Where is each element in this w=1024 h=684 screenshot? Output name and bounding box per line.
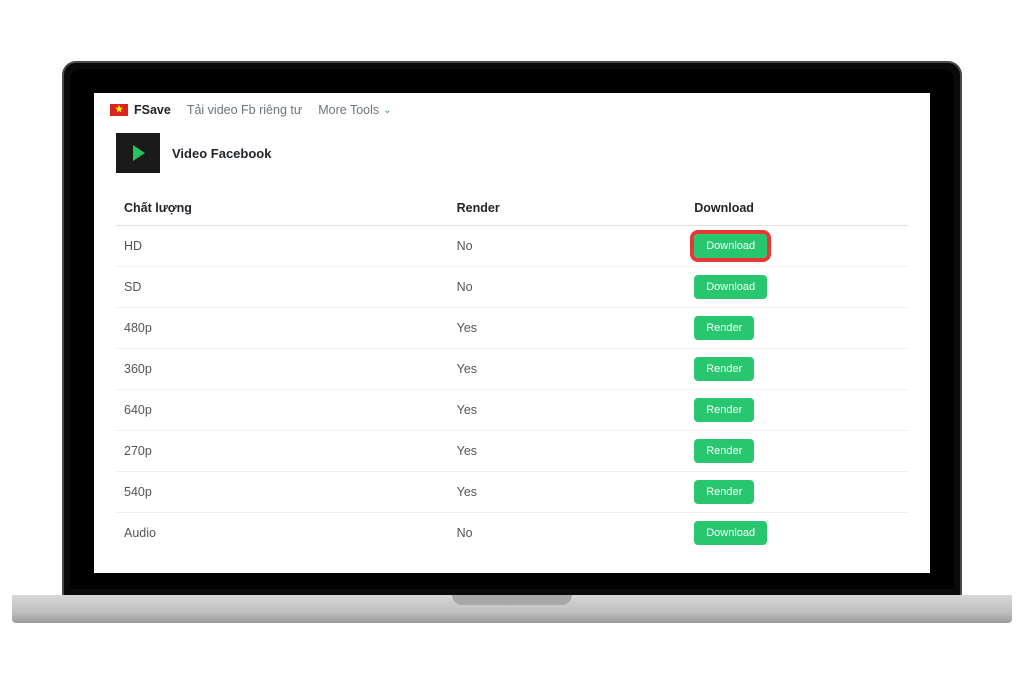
main-content: Video Facebook Chất lượng Render Downloa… <box>94 127 930 553</box>
navbar: ★ FSave Tải video Fb riêng tư More Tools… <box>94 93 930 127</box>
cell-quality: SD <box>116 267 449 308</box>
cell-quality: 540p <box>116 472 449 513</box>
table-row: AudioNo Download <box>116 513 908 554</box>
laptop-notch <box>452 595 572 605</box>
chevron-down-icon: ⌄ <box>383 105 391 116</box>
cell-render: Yes <box>449 431 687 472</box>
cell-quality: Audio <box>116 513 449 554</box>
cell-action: Download <box>686 513 908 554</box>
laptop-frame: ★ FSave Tải video Fb riêng tư More Tools… <box>62 61 962 623</box>
table-row: SDNo Download <box>116 267 908 308</box>
cell-action: Download <box>686 226 908 267</box>
laptop-bezel: ★ FSave Tải video Fb riêng tư More Tools… <box>62 61 962 595</box>
cell-quality: 480p <box>116 308 449 349</box>
render-button[interactable]: Render <box>694 439 754 463</box>
table-row: HDNo Download <box>116 226 908 267</box>
render-button[interactable]: Render <box>694 357 754 381</box>
table-row: 270pYes Render <box>116 431 908 472</box>
screen-content: ★ FSave Tải video Fb riêng tư More Tools… <box>94 93 930 573</box>
download-button[interactable]: Download <box>694 275 767 299</box>
cell-action: Render <box>686 349 908 390</box>
quality-table: Chất lượng Render Download HDNoDownloadS… <box>116 191 908 553</box>
cell-render: Yes <box>449 390 687 431</box>
cell-action: Render <box>686 472 908 513</box>
play-icon <box>133 145 145 161</box>
cell-action: Render <box>686 308 908 349</box>
table-row: 360pYes Render <box>116 349 908 390</box>
cell-quality: 270p <box>116 431 449 472</box>
table-row: 640pYes Render <box>116 390 908 431</box>
video-header: Video Facebook <box>116 133 908 173</box>
cell-quality: 640p <box>116 390 449 431</box>
flag-icon: ★ <box>110 104 128 116</box>
nav-link-private-video[interactable]: Tải video Fb riêng tư <box>187 103 302 117</box>
table-row: 540pYes Render <box>116 472 908 513</box>
brand-label: FSave <box>134 103 171 117</box>
laptop-base <box>12 595 1012 623</box>
th-download: Download <box>686 191 908 226</box>
cell-render: Yes <box>449 308 687 349</box>
render-button[interactable]: Render <box>694 398 754 422</box>
cell-quality: 360p <box>116 349 449 390</box>
video-title: Video Facebook <box>172 146 271 161</box>
cell-render: No <box>449 513 687 554</box>
th-quality: Chất lượng <box>116 191 449 226</box>
cell-render: Yes <box>449 349 687 390</box>
laptop-inner-bezel: ★ FSave Tải video Fb riêng tư More Tools… <box>70 69 954 589</box>
render-button[interactable]: Render <box>694 316 754 340</box>
video-thumbnail[interactable] <box>116 133 160 173</box>
cell-render: No <box>449 267 687 308</box>
download-button[interactable]: Download <box>694 234 767 258</box>
cell-action: Download <box>686 267 908 308</box>
cell-action: Render <box>686 431 908 472</box>
cell-action: Render <box>686 390 908 431</box>
nav-link-more-label: More Tools <box>318 103 379 117</box>
cell-render: No <box>449 226 687 267</box>
nav-link-more-tools[interactable]: More Tools ⌄ <box>318 103 391 117</box>
th-render: Render <box>449 191 687 226</box>
render-button[interactable]: Render <box>694 480 754 504</box>
table-row: 480pYes Render <box>116 308 908 349</box>
cell-quality: HD <box>116 226 449 267</box>
cell-render: Yes <box>449 472 687 513</box>
download-button[interactable]: Download <box>694 521 767 545</box>
brand[interactable]: ★ FSave <box>110 103 171 117</box>
